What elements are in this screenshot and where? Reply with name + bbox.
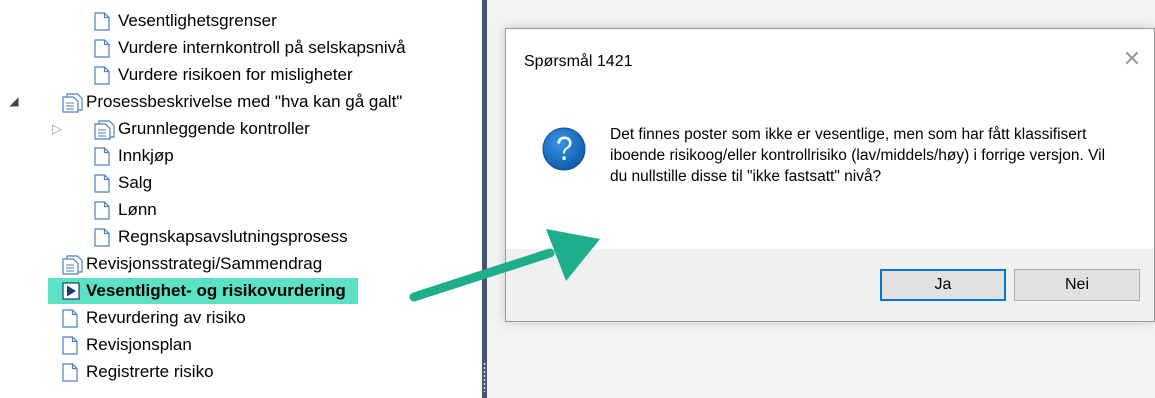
dialog-message: Det finnes poster som ikke er vesentlige… — [610, 126, 1106, 185]
document-icon — [94, 38, 110, 58]
close-icon[interactable]: ✕ — [1120, 47, 1144, 71]
document-icon — [62, 335, 78, 355]
document-icon — [62, 362, 78, 382]
tree-item-label: Vurdere risikoen for misligheter — [118, 65, 353, 84]
tree-item-label: Vurdere internkontroll på selskapsnivå — [118, 38, 406, 57]
dialog-title: Spørsmål 1421 — [524, 53, 633, 70]
document-icon — [94, 173, 110, 193]
document-list-icon — [62, 92, 83, 113]
tree-item-label: Innkjøp — [118, 146, 174, 165]
expand-arrow-icon[interactable]: ◢ — [8, 94, 20, 108]
tree-item-label: Vesentlighetsgrenser — [118, 11, 277, 30]
tree-item-vesentlighetsgrenser[interactable]: Vesentlighetsgrenser — [94, 8, 277, 34]
document-list-icon — [62, 254, 83, 275]
navigation-tree: ◢ ▷ Vesentlighetsgrenser Vurdere internk… — [0, 0, 482, 398]
tree-item-prosessbeskrivelse[interactable]: Prosessbeskrivelse med "hva kan gå galt" — [62, 89, 402, 115]
tree-item-label: Registrerte risiko — [86, 362, 214, 381]
collapse-arrow-icon[interactable]: ▷ — [51, 121, 63, 137]
tree-item-regnskapsavslutningsprosess[interactable]: Regnskapsavslutningsprosess — [94, 224, 348, 250]
tree-item-label: Revisjonsplan — [86, 335, 192, 354]
tree-item-grunnleggende-kontroller[interactable]: Grunnleggende kontroller — [94, 116, 310, 142]
tree-item-label: Regnskapsavslutningsprosess — [118, 227, 348, 246]
document-icon — [62, 308, 78, 328]
splitter-grip[interactable] — [483, 362, 486, 392]
document-icon — [94, 227, 110, 247]
question-icon — [541, 126, 587, 172]
tree-item-innkjop[interactable]: Innkjøp — [94, 143, 174, 169]
tree-item-label: Revurdering av risiko — [86, 308, 246, 327]
document-list-icon — [94, 119, 115, 140]
tree-item-vesentlighet-og-risikovurdering[interactable]: Vesentlighet- og risikovurdering — [48, 278, 358, 304]
document-icon — [94, 200, 110, 220]
document-icon — [94, 65, 110, 85]
annotation-arrow-icon — [409, 229, 600, 302]
tree-item-revisjonsplan[interactable]: Revisjonsplan — [62, 332, 192, 358]
tree-item-vurdere-risikoen[interactable]: Vurdere risikoen for misligheter — [94, 62, 353, 88]
tree-item-lonn[interactable]: Lønn — [94, 197, 157, 223]
tree-item-vurdere-internkontroll[interactable]: Vurdere internkontroll på selskapsnivå — [94, 35, 406, 61]
tree-item-label: Lønn — [118, 200, 157, 219]
tree-item-label: Revisjonsstrategi/Sammendrag — [86, 254, 323, 273]
tree-item-label: Salg — [118, 173, 153, 192]
tree-item-label: Grunnleggende kontroller — [118, 119, 310, 138]
tree-item-label: Vesentlighet- og risikovurdering — [86, 281, 346, 300]
tree-item-label: Prosessbeskrivelse med "hva kan gå galt" — [86, 92, 403, 111]
tree-item-revurdering-av-risiko[interactable]: Revurdering av risiko — [62, 305, 246, 331]
document-icon — [94, 11, 110, 31]
tree-item-revisjonsstrategi[interactable]: Revisjonsstrategi/Sammendrag — [62, 251, 322, 277]
yes-button[interactable]: Ja — [880, 269, 1006, 301]
document-icon — [94, 146, 110, 166]
tree-item-registrerte-risiko[interactable]: Registrerte risiko — [62, 359, 214, 385]
play-icon — [62, 281, 80, 301]
tree-item-salg[interactable]: Salg — [94, 170, 152, 196]
no-button[interactable]: Nei — [1014, 269, 1140, 301]
